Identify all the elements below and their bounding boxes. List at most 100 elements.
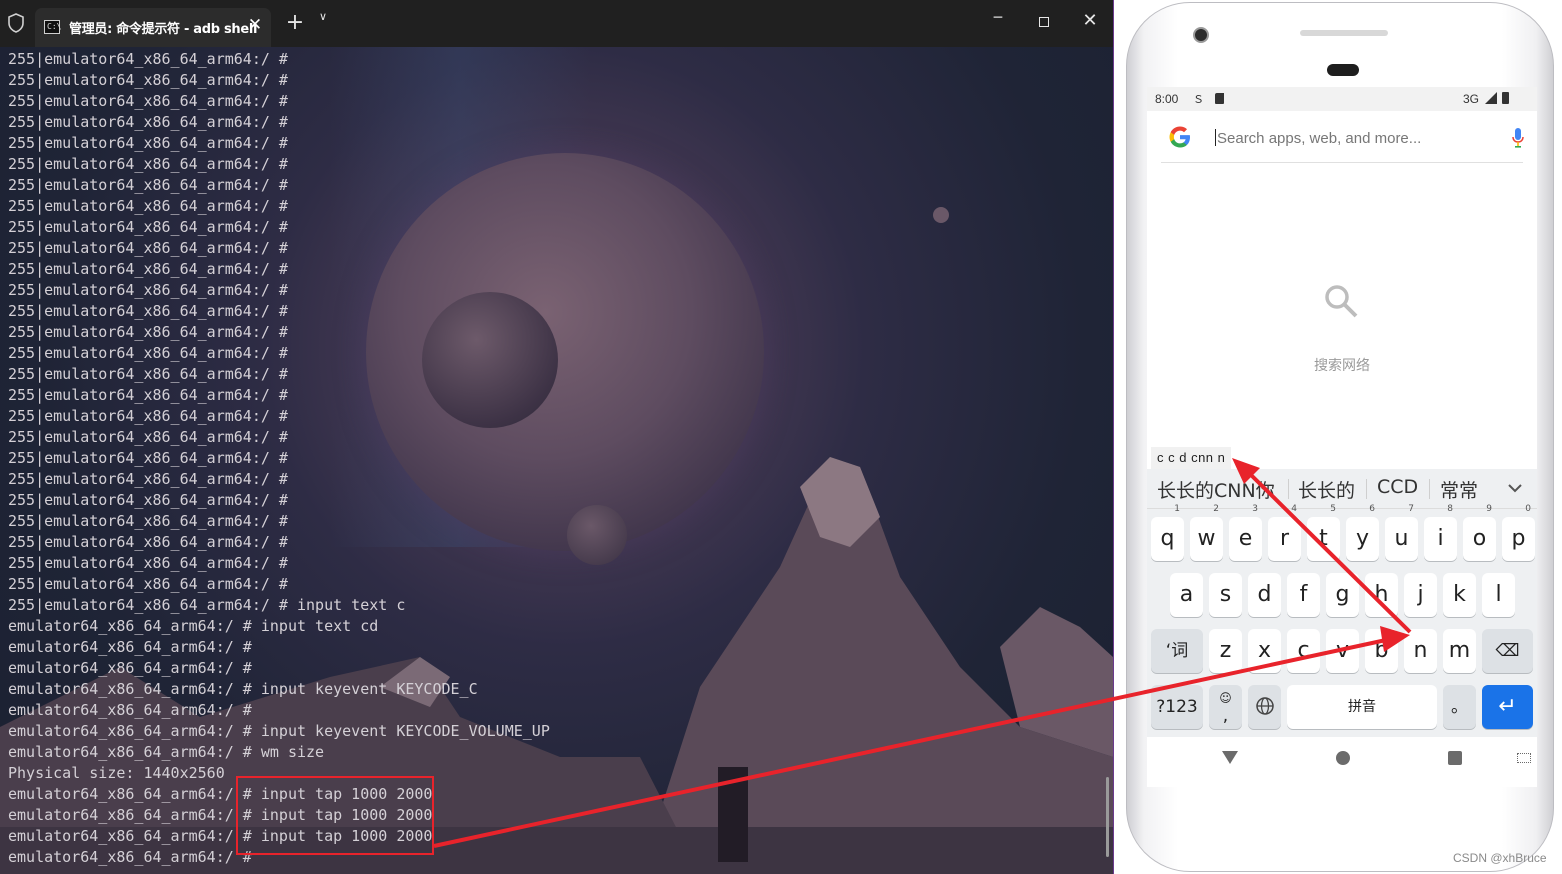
key-hint: 6 xyxy=(1369,504,1375,514)
key-j[interactable]: j xyxy=(1404,573,1437,617)
key-d[interactable]: d xyxy=(1248,573,1281,617)
key-h[interactable]: h xyxy=(1365,573,1398,617)
period-key[interactable]: 。 xyxy=(1443,685,1476,729)
key-n[interactable]: n xyxy=(1404,629,1437,673)
terminal-line: 255|emulator64_x86_64_arm64:/ # xyxy=(8,470,288,488)
candidate-divider xyxy=(1288,479,1289,499)
key-hint: 2 xyxy=(1213,504,1219,514)
background-moon-tiny xyxy=(933,207,949,223)
numbers-key[interactable]: ?123 xyxy=(1151,685,1203,729)
key-b[interactable]: b xyxy=(1365,629,1398,673)
phone-earpiece xyxy=(1300,30,1388,36)
key-y[interactable]: y6 xyxy=(1346,504,1379,561)
key-label: w xyxy=(1197,526,1216,551)
key-a[interactable]: a xyxy=(1170,573,1203,617)
terminal-console[interactable]: 255|emulator64_x86_64_arm64:/ # 255|emula… xyxy=(0,47,1113,874)
terminal-line: 255|emulator64_x86_64_arm64:/ # xyxy=(8,239,288,257)
front-camera xyxy=(1193,27,1209,43)
microphone-icon[interactable] xyxy=(1511,127,1525,149)
terminal-line: 255|emulator64_x86_64_arm64:/ # xyxy=(8,512,288,530)
language-key[interactable] xyxy=(1248,685,1281,729)
terminal-tab[interactable]: C:\ 管理员: 命令提示符 - adb shell ✕ xyxy=(35,8,271,47)
watermark: CSDN @xhBruce xyxy=(1453,851,1547,865)
key-label: i xyxy=(1437,526,1444,551)
terminal-line: 255|emulator64_x86_64_arm64:/ # xyxy=(8,407,288,425)
candidate-divider xyxy=(1429,479,1430,499)
home-icon[interactable] xyxy=(1336,751,1350,765)
key-i[interactable]: i8 xyxy=(1424,504,1457,561)
candidate-1[interactable]: 长长的CNN你 xyxy=(1157,476,1275,503)
key-k[interactable]: k xyxy=(1443,573,1476,617)
recents-icon[interactable] xyxy=(1448,751,1462,765)
key-g[interactable]: g xyxy=(1326,573,1359,617)
key-p[interactable]: p0 xyxy=(1502,504,1535,561)
tab-dropdown-button[interactable]: ∨ xyxy=(314,10,332,36)
terminal-line: 255|emulator64_x86_64_arm64:/ # xyxy=(8,365,288,383)
keyboard-switch-icon[interactable] xyxy=(1517,753,1531,763)
key-hint: 7 xyxy=(1408,504,1414,514)
key-o[interactable]: o9 xyxy=(1463,504,1496,561)
screenshot-root: C:\ 管理员: 命令提示符 - adb shell ✕ + ∨ ─ ✕ 255… xyxy=(0,0,1562,874)
key-q[interactable]: q1 xyxy=(1151,504,1184,561)
terminal-line: 255|emulator64_x86_64_arm64:/ # xyxy=(8,92,288,110)
back-icon[interactable] xyxy=(1222,751,1238,764)
key-u[interactable]: u7 xyxy=(1385,504,1418,561)
close-window-button[interactable]: ✕ xyxy=(1078,10,1102,36)
key-label: r xyxy=(1279,526,1290,551)
key-l[interactable]: l xyxy=(1482,573,1515,617)
terminal-line: 255|emulator64_x86_64_arm64:/ # xyxy=(8,71,288,89)
key-w[interactable]: w2 xyxy=(1190,504,1223,561)
shield-icon[interactable] xyxy=(6,12,26,34)
chevron-down-icon[interactable] xyxy=(1505,478,1525,498)
candidate-3[interactable]: CCD xyxy=(1377,476,1418,498)
terminal-scrollbar[interactable] xyxy=(1106,777,1109,857)
minimize-button[interactable]: ─ xyxy=(986,10,1010,36)
enter-key[interactable]: ↵ xyxy=(1482,685,1533,729)
search-icon xyxy=(1325,285,1358,318)
key-m[interactable]: m xyxy=(1443,629,1476,673)
search-bar[interactable]: Search apps, web, and more... xyxy=(1161,115,1525,163)
terminal-line: 255|emulator64_x86_64_arm64:/ # xyxy=(8,260,288,278)
terminal-line: emulator64_x86_64_arm64:/ # xyxy=(8,638,252,656)
new-tab-button[interactable]: + xyxy=(284,10,306,36)
key-z[interactable]: z xyxy=(1209,629,1242,673)
key-s[interactable]: s xyxy=(1209,573,1242,617)
terminal-line: emulator64_x86_64_arm64:/ # input keyeve… xyxy=(8,680,478,698)
phone-screen: 8:00 Ｓ 3G Search apps, web, and more... xyxy=(1147,87,1537,787)
key-e[interactable]: e3 xyxy=(1229,504,1262,561)
key-hint: 9 xyxy=(1486,504,1492,514)
key-x[interactable]: x xyxy=(1248,629,1281,673)
emoji-comma-key[interactable]: ☺, xyxy=(1209,685,1242,729)
key-label: o xyxy=(1472,526,1487,551)
android-emulator: 8:00 Ｓ 3G Search apps, web, and more... xyxy=(1124,0,1558,874)
close-tab-button[interactable]: ✕ xyxy=(245,15,265,35)
terminal-line: emulator64_x86_64_arm64:/ # xyxy=(8,701,252,719)
key-t[interactable]: t5 xyxy=(1307,504,1340,561)
terminal-line: emulator64_x86_64_arm64:/ # input text c… xyxy=(8,617,379,635)
terminal-line: 255|emulator64_x86_64_arm64:/ # xyxy=(8,386,288,404)
text-caret xyxy=(1215,129,1216,146)
maximize-icon xyxy=(1039,17,1049,27)
key-hint: 1 xyxy=(1174,504,1180,514)
candidate-2[interactable]: 长长的 xyxy=(1298,476,1355,503)
key-r[interactable]: r4 xyxy=(1268,504,1301,561)
terminal-line: emulator64_x86_64_arm64:/ # input keyeve… xyxy=(8,722,550,740)
key-label: e xyxy=(1238,526,1253,551)
key-hint: 0 xyxy=(1525,504,1531,514)
terminal-window: C:\ 管理员: 命令提示符 - adb shell ✕ + ∨ ─ ✕ 255… xyxy=(0,0,1114,874)
space-key[interactable]: 拼音 xyxy=(1287,685,1437,729)
backspace-key[interactable]: ⌫ xyxy=(1482,629,1533,673)
key-c[interactable]: c xyxy=(1287,629,1320,673)
search-input[interactable]: Search apps, web, and more... xyxy=(1215,129,1421,147)
maximize-button[interactable] xyxy=(1032,10,1056,36)
shift-key[interactable]: ‘词 xyxy=(1151,629,1203,673)
key-v[interactable]: v xyxy=(1326,629,1359,673)
key-label: t xyxy=(1319,526,1328,551)
terminal-line: 255|emulator64_x86_64_arm64:/ # xyxy=(8,533,288,551)
key-f[interactable]: f xyxy=(1287,573,1320,617)
terminal-titlebar: C:\ 管理员: 命令提示符 - adb shell ✕ + ∨ ─ ✕ xyxy=(0,0,1113,47)
signal-icon xyxy=(1485,92,1497,104)
candidate-4[interactable]: 常常 xyxy=(1440,476,1478,503)
notification-icon: Ｓ xyxy=(1193,94,1204,106)
terminal-line: 255|emulator64_x86_64_arm64:/ # xyxy=(8,344,288,362)
